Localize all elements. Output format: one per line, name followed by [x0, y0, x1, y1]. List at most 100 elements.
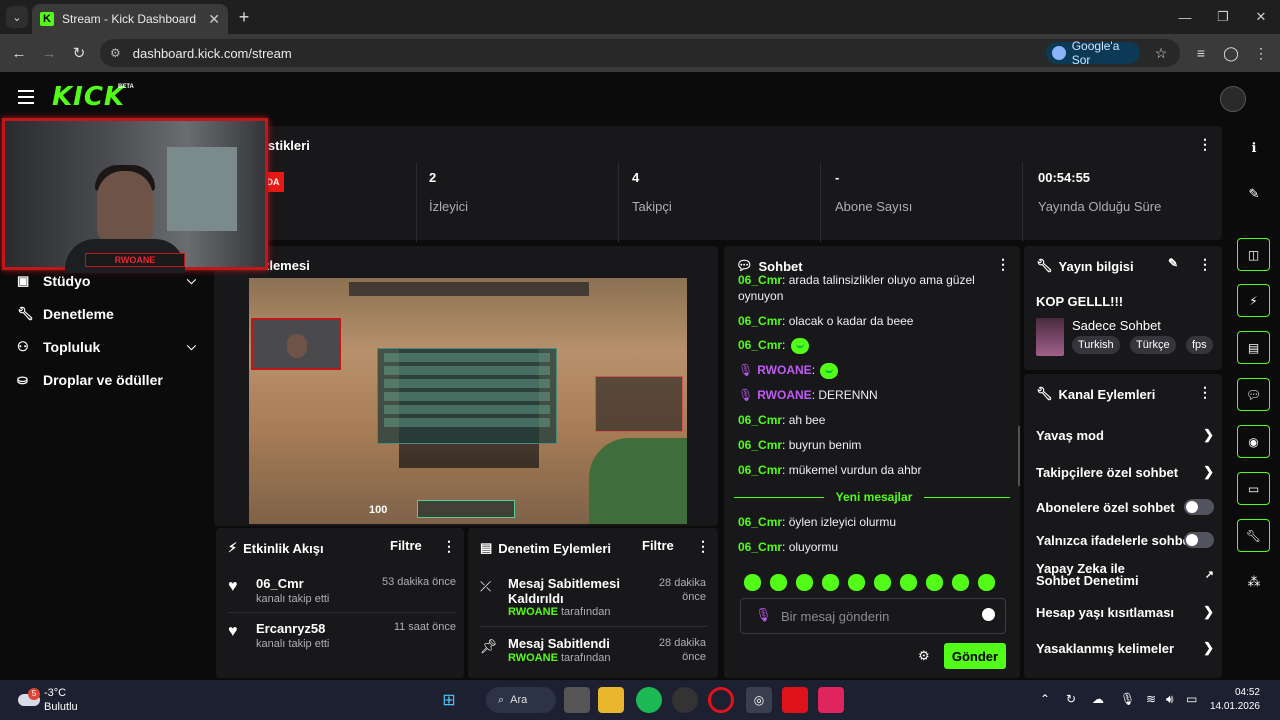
reload-icon[interactable]: ↻ — [68, 42, 90, 64]
app-pink-icon[interactable] — [818, 687, 844, 713]
action-followers-only[interactable]: Takipçilere özel sohbet ❯ — [1036, 458, 1214, 486]
action-banned-words[interactable]: Yasaklanmış kelimeler ❯ — [1036, 634, 1214, 662]
chat-username[interactable]: 06_Cmr — [738, 515, 782, 529]
chat-username[interactable]: 06_Cmr — [738, 540, 782, 554]
taskbar-search[interactable]: ⌕ Ara — [486, 687, 556, 713]
category-name[interactable]: Sadece Sohbet — [1072, 318, 1161, 333]
kick-logo[interactable]: KICK — [52, 82, 125, 112]
integrations-icon[interactable]: ⁂ — [1240, 568, 1268, 596]
sidebar-item-community[interactable]: ⚇ Topluluk ⌵ — [0, 330, 210, 363]
action-slow-mode[interactable]: Yavaş mod ❯ — [1036, 421, 1214, 449]
file-explorer-icon[interactable] — [598, 687, 624, 713]
category-thumbnail[interactable] — [1036, 318, 1064, 356]
tab-close-icon[interactable]: ✕ — [208, 11, 220, 28]
hamburger-menu-icon[interactable] — [18, 90, 34, 104]
stream-tag[interactable]: Türkçe — [1130, 336, 1176, 354]
channel-actions-more-icon[interactable]: ⋮ — [1198, 384, 1212, 401]
opera-icon[interactable] — [708, 687, 734, 713]
emotes-only-toggle[interactable] — [1184, 532, 1214, 548]
emote-icon[interactable] — [926, 574, 943, 591]
profile-icon[interactable]: ◯ — [1220, 42, 1242, 64]
tools-icon[interactable]: 🔧︎ — [1237, 519, 1270, 552]
steam-icon[interactable] — [672, 687, 698, 713]
emote-icon[interactable] — [796, 574, 813, 591]
spotify-icon[interactable] — [636, 687, 662, 713]
emote-icon[interactable] — [978, 574, 995, 591]
chat-more-icon[interactable]: ⋮ — [996, 256, 1010, 273]
forward-arrow-icon[interactable]: → — [38, 42, 60, 64]
notes-icon[interactable]: ▤ — [1237, 331, 1270, 364]
user-avatar[interactable] — [1220, 86, 1246, 112]
emote-icon[interactable] — [744, 574, 761, 591]
edit-pencil-icon[interactable]: ✎ — [1168, 256, 1178, 270]
stream-tag[interactable]: Turkish — [1072, 336, 1120, 354]
task-view-icon[interactable] — [564, 687, 590, 713]
emote-icon[interactable] — [822, 574, 839, 591]
stream-info-more-icon[interactable]: ⋮ — [1198, 256, 1212, 273]
chat-username[interactable]: 06_Cmr — [738, 463, 782, 477]
browser-tab-active[interactable]: K Stream - Kick Dashboard ✕ — [32, 4, 228, 34]
feed-username[interactable]: Ercanryz58 — [256, 621, 325, 636]
tray-sync-icon[interactable]: ↻ — [1066, 692, 1076, 706]
feed-username[interactable]: 06_Cmr — [256, 576, 304, 591]
chat-username[interactable]: 06_Cmr — [738, 338, 782, 352]
chat-username[interactable]: 06_Cmr — [738, 273, 782, 287]
tray-chevron-icon[interactable]: ⌃ — [1040, 692, 1050, 706]
activity-filter-button[interactable]: Filtre — [390, 538, 422, 553]
windows-start-icon[interactable]: ⊞ — [436, 687, 462, 713]
emote-icon[interactable] — [770, 574, 787, 591]
chat-settings-gear-icon[interactable]: ⚙ — [918, 648, 930, 664]
bookmark-star-icon[interactable]: ☆ — [1150, 42, 1172, 64]
chat-username[interactable]: 06_Cmr — [738, 413, 782, 427]
taskbar-clock[interactable]: 04:52 14.01.2026 — [1200, 686, 1260, 714]
chat-username[interactable]: 06_Cmr — [738, 314, 782, 328]
info-icon[interactable]: ℹ — [1240, 134, 1268, 162]
site-info-icon[interactable]: ⚙ — [110, 46, 121, 60]
tray-cloud-icon[interactable]: ☁ — [1092, 692, 1104, 706]
chat-username[interactable]: RWOANE — [757, 363, 811, 377]
activity-more-icon[interactable]: ⋮ — [442, 538, 456, 555]
stream-preview-video[interactable]: 100 — [249, 278, 687, 524]
video-panel-icon[interactable]: ▭ — [1237, 472, 1270, 505]
maximize-window-button[interactable]: ❐ — [1204, 0, 1242, 34]
chat-scrollbar[interactable] — [1018, 426, 1020, 486]
chrome-icon[interactable]: ◎ — [746, 687, 772, 713]
moderation-filter-button[interactable]: Filtre — [642, 538, 674, 553]
edit-layout-icon[interactable]: ✎ — [1240, 180, 1268, 208]
emote-icon[interactable] — [900, 574, 917, 591]
stream-tag[interactable]: fps — [1186, 336, 1213, 354]
chat-panel-icon[interactable]: 💬︎ — [1237, 378, 1270, 411]
action-ai-moderation[interactable]: Yapay Zeka ile Sohbet Denetimi ↗ — [1036, 560, 1214, 590]
emote-icon[interactable] — [952, 574, 969, 591]
back-arrow-icon[interactable]: ← — [8, 42, 30, 64]
broadcast-icon[interactable]: ◉ — [1237, 425, 1270, 458]
tray-wifi-icon[interactable]: ≋ — [1146, 692, 1156, 706]
close-window-button[interactable]: ✕ — [1242, 0, 1280, 34]
emoji-picker-icon[interactable] — [982, 608, 995, 621]
new-tab-button[interactable]: + — [234, 6, 254, 28]
sidebar-item-moderation[interactable]: 🔧︎ Denetleme — [0, 297, 210, 330]
subscribers-only-toggle[interactable] — [1184, 499, 1214, 515]
send-button[interactable]: Gönder — [944, 643, 1006, 669]
tray-battery-icon[interactable]: ▭ — [1186, 692, 1197, 706]
tray-volume-icon[interactable]: 🔊︎ — [1166, 692, 1174, 707]
mic-icon[interactable]: 🎙︎ — [755, 607, 772, 623]
tray-mic-icon[interactable]: 🎙︎ — [1120, 692, 1135, 706]
moderation-more-icon[interactable]: ⋮ — [696, 538, 710, 555]
stats-more-icon[interactable]: ⋮ — [1198, 136, 1212, 153]
chat-message-input[interactable]: 🎙︎ Bir mesaj gönderin — [740, 598, 1006, 634]
emote-icon[interactable] — [874, 574, 891, 591]
chat-username[interactable]: 06_Cmr — [738, 438, 782, 452]
google-sor-button[interactable]: Google'a Sor — [1046, 39, 1140, 67]
quick-actions-icon[interactable]: ⚡︎ — [1237, 284, 1270, 317]
url-field[interactable]: ⚙ dashboard.kick.com/stream — [100, 39, 1180, 67]
screenshot-icon[interactable]: ◫ — [1237, 238, 1270, 271]
mod-username[interactable]: RWOANE — [508, 652, 558, 664]
sidebar-item-drops[interactable]: ⛀ Droplar ve ödüller — [0, 363, 210, 396]
chat-username[interactable]: RWOANE — [757, 388, 811, 402]
tab-search-dropdown[interactable]: ⌄ — [6, 6, 28, 28]
action-account-age[interactable]: Hesap yaşı kısıtlaması ❯ — [1036, 598, 1214, 626]
minimize-window-button[interactable]: — — [1166, 0, 1204, 34]
weather-widget[interactable]: 5 -3°C Bulutlu — [14, 686, 94, 714]
emote-icon[interactable] — [848, 574, 865, 591]
